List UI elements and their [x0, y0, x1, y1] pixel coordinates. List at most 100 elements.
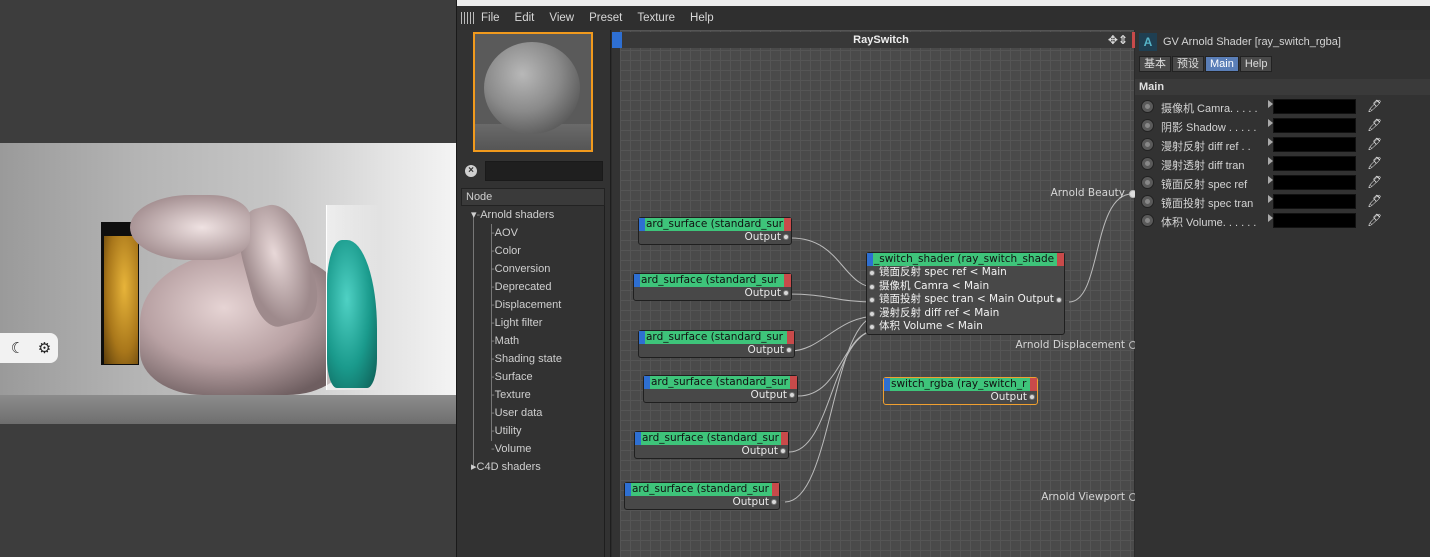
output-port[interactable] — [780, 448, 786, 454]
output-port[interactable] — [771, 499, 777, 505]
tree-item-label: Conversion — [494, 263, 551, 275]
input-port[interactable] — [869, 297, 875, 303]
tab-main[interactable]: Main — [1205, 56, 1239, 72]
tree-item-label: Displacement — [494, 299, 562, 311]
color-swatch[interactable] — [1273, 118, 1356, 133]
eyedropper-icon[interactable]: 🖊 — [1367, 175, 1382, 189]
color-swatch[interactable] — [1273, 137, 1356, 152]
search-input[interactable] — [485, 161, 603, 181]
node-title-bar[interactable]: ard_surface (standard_sur — [625, 483, 779, 496]
standard-surface-node-1[interactable]: ard_surface (standard_sur Output — [638, 217, 792, 245]
input-port[interactable] — [869, 310, 875, 317]
input-port[interactable] — [869, 283, 875, 290]
eyedropper-icon[interactable]: 🖊 — [1367, 137, 1382, 151]
output-port[interactable] — [783, 290, 789, 296]
node-title-bar[interactable]: ard_surface (standard_sur — [634, 274, 791, 287]
eyedropper-icon[interactable]: 🖊 — [1367, 99, 1382, 113]
animate-radio[interactable] — [1141, 214, 1154, 227]
node-output[interactable]: Output — [639, 231, 791, 244]
node-title-bar[interactable]: switch_rgba (ray_switch_r — [884, 378, 1037, 391]
node-title-bar[interactable]: ard_surface (standard_sur — [644, 376, 797, 389]
node-title-bar[interactable]: ard_surface (standard_sur — [639, 331, 794, 344]
tree-item-user-data[interactable]: -User data — [491, 404, 542, 422]
standard-surface-node-6[interactable]: ard_surface (standard_sur Output — [624, 482, 780, 510]
menu-file[interactable]: File — [481, 12, 500, 24]
animate-radio[interactable] — [1141, 100, 1154, 113]
menu-preset[interactable]: Preset — [589, 12, 622, 24]
node-title: _switch_shader (ray_switch_shade — [874, 253, 1055, 265]
node-output[interactable]: Output — [884, 391, 1037, 404]
tab-preset[interactable]: 预设 — [1172, 56, 1204, 72]
menu-edit[interactable]: Edit — [515, 12, 535, 24]
tree-item-c4d-shaders[interactable]: ▸C4D shaders — [471, 458, 541, 476]
eyedropper-icon[interactable]: 🖊 — [1367, 156, 1382, 170]
tree-item-texture[interactable]: -Texture — [491, 386, 531, 404]
color-swatch[interactable] — [1273, 99, 1356, 114]
tree-item-label: Volume — [494, 443, 532, 455]
animate-radio[interactable] — [1141, 157, 1154, 170]
tree-item-light-filter[interactable]: -Light filter — [491, 314, 542, 332]
tree-item-volume[interactable]: -Volume — [491, 440, 531, 458]
node-title-bar[interactable]: ard_surface (standard_sur — [639, 218, 791, 231]
menu-texture[interactable]: Texture — [637, 12, 675, 24]
output-port[interactable] — [1029, 394, 1035, 400]
input-port[interactable] — [869, 324, 875, 330]
eyedropper-icon[interactable]: 🖊 — [1367, 118, 1382, 132]
node-graph[interactable]: RaySwitch ✥⇕ ard_surface (standard_sur O… — [612, 30, 1142, 557]
eyedropper-icon[interactable]: 🖊 — [1367, 213, 1382, 227]
output-port[interactable] — [783, 234, 789, 240]
gear-icon[interactable]: ⚙ — [38, 339, 51, 357]
output-port[interactable] — [789, 392, 795, 398]
grip-icon[interactable] — [461, 12, 475, 24]
node-output[interactable]: Output — [625, 496, 779, 509]
tab-help[interactable]: Help — [1239, 56, 1273, 72]
node-input[interactable]: 体积 Volume < Main — [867, 320, 1064, 334]
output-port[interactable] — [786, 347, 792, 353]
color-swatch[interactable] — [1273, 156, 1356, 171]
animate-radio[interactable] — [1141, 195, 1154, 208]
node-output[interactable]: Output — [639, 344, 794, 357]
node-output[interactable]: Output — [634, 287, 791, 300]
standard-surface-node-5[interactable]: ard_surface (standard_sur Output — [634, 431, 789, 459]
input-port[interactable] — [869, 270, 875, 276]
animate-radio[interactable] — [1141, 176, 1154, 189]
standard-surface-node-2[interactable]: ard_surface (standard_sur Output — [633, 273, 792, 301]
node-title-bar[interactable]: ard_surface (standard_sur — [635, 432, 788, 445]
node-output[interactable]: Output — [644, 389, 797, 402]
output-port[interactable] — [1056, 297, 1062, 303]
eyedropper-icon[interactable]: 🖊 — [1367, 194, 1382, 208]
node-output[interactable]: Output — [635, 445, 788, 458]
clear-search-icon[interactable]: × — [465, 165, 477, 177]
node-title: ard_surface (standard_sur — [641, 274, 778, 286]
tree-item-color[interactable]: -Color — [491, 242, 521, 260]
node-inport — [644, 376, 650, 389]
node-input[interactable]: 镜面反射 spec ref < Main — [867, 266, 1064, 280]
tree-item-aov[interactable]: -AOV — [491, 224, 518, 242]
node-title-bar[interactable]: _switch_shader (ray_switch_shade — [867, 253, 1064, 266]
tree-item-surface[interactable]: -Surface — [491, 368, 533, 386]
node-input[interactable]: 漫射反射 diff ref < Main — [867, 307, 1064, 321]
tree-item-arnold-shaders[interactable]: ▾-Arnold shaders — [471, 206, 554, 224]
ray-switch-rgba-node[interactable]: switch_rgba (ray_switch_r Output — [883, 377, 1038, 405]
color-swatch[interactable] — [1273, 213, 1356, 228]
tree-item-displacement[interactable]: -Displacement — [491, 296, 561, 314]
tree-item-conversion[interactable]: -Conversion — [491, 260, 550, 278]
node-input[interactable]: 镜面投射 spec tran < Main Output — [867, 293, 1064, 307]
node-input[interactable]: 摄像机 Camra < Main — [867, 280, 1064, 294]
color-swatch[interactable] — [1273, 194, 1356, 209]
moon-icon[interactable]: ☾ — [11, 339, 24, 357]
menu-help[interactable]: Help — [690, 12, 714, 24]
animate-radio[interactable] — [1141, 138, 1154, 151]
tree-item-deprecated[interactable]: -Deprecated — [491, 278, 552, 296]
tree-item-math[interactable]: -Math — [491, 332, 519, 350]
animate-radio[interactable] — [1141, 119, 1154, 132]
material-preview[interactable] — [473, 32, 593, 152]
standard-surface-node-3[interactable]: ard_surface (standard_sur Output — [638, 330, 795, 358]
tree-item-utility[interactable]: -Utility — [491, 422, 522, 440]
ray-switch-shader-node[interactable]: _switch_shader (ray_switch_shade 镜面反射 sp… — [866, 252, 1065, 335]
color-swatch[interactable] — [1273, 175, 1356, 190]
tab-basic[interactable]: 基本 — [1139, 56, 1171, 72]
standard-surface-node-4[interactable]: ard_surface (standard_sur Output — [643, 375, 798, 403]
menu-view[interactable]: View — [549, 12, 574, 24]
tree-item-shading-state[interactable]: -Shading state — [491, 350, 562, 368]
